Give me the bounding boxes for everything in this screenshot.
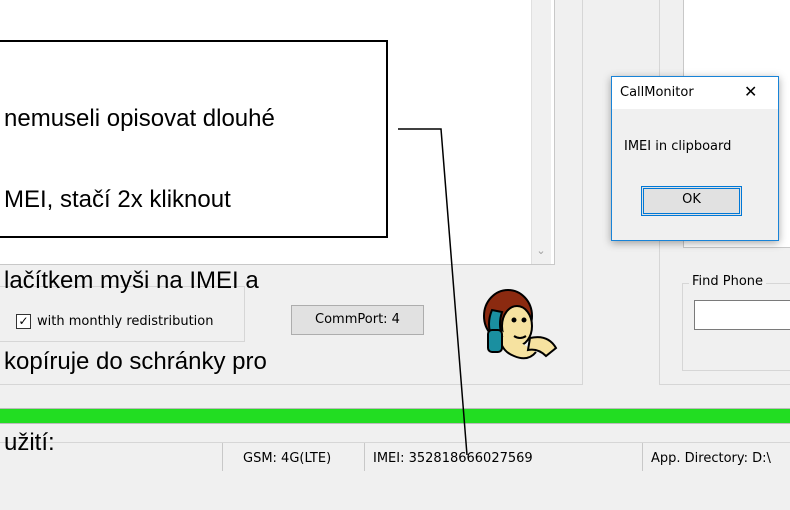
callmonitor-dialog: CallMonitor ✕ IMEI in clipboard OK xyxy=(611,76,779,241)
ok-button[interactable]: OK xyxy=(641,186,742,216)
close-icon[interactable]: ✕ xyxy=(744,82,757,101)
dialog-message: IMEI in clipboard xyxy=(624,139,732,154)
dialog-title: CallMonitor xyxy=(620,85,694,100)
dialog-titlebar[interactable]: CallMonitor ✕ xyxy=(612,77,778,109)
